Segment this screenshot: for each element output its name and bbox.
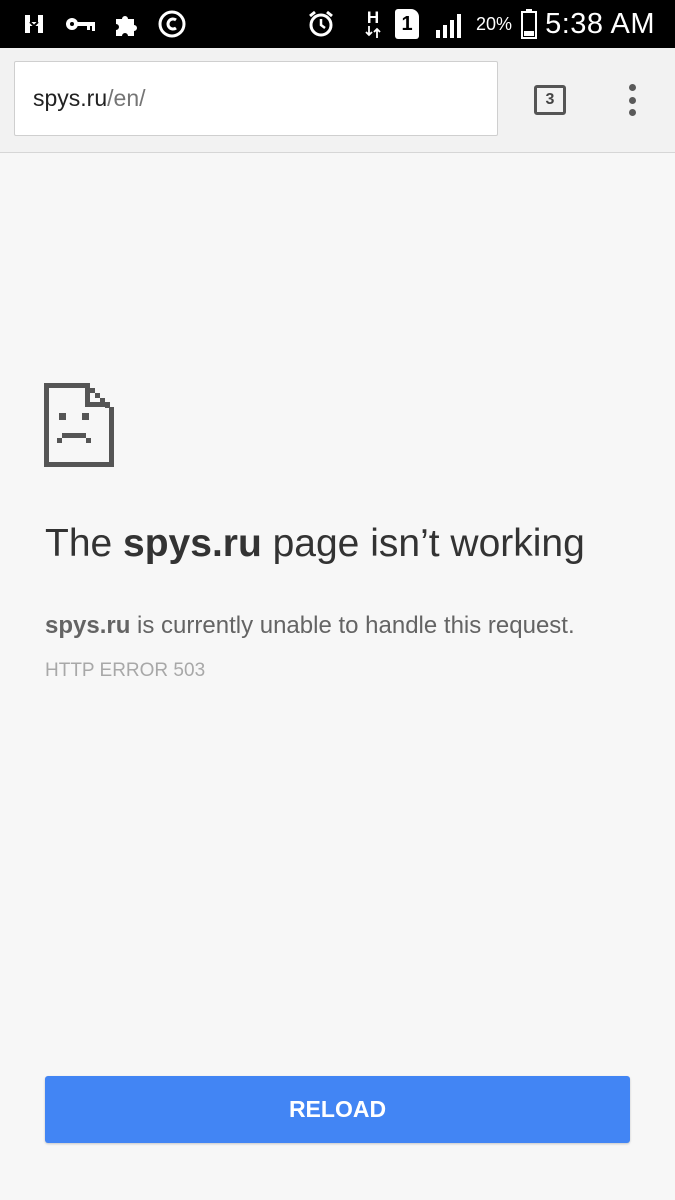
sim-slot-label: 1 (401, 12, 413, 35)
status-bar: H 1 20% 5:38 AM (0, 0, 675, 48)
menu-dot (628, 96, 636, 104)
sad-page-icon (44, 383, 114, 472)
error-desc-text: is currently unable to handle this reque… (130, 612, 575, 639)
puzzle-icon (112, 0, 142, 48)
signal-icon (434, 0, 466, 48)
menu-dot (628, 84, 636, 91)
status-time: 5:38 AM (545, 7, 655, 40)
network-type-label: H (366, 8, 380, 27)
url-host: spys.ru (33, 85, 108, 111)
error-title: The spys.ru page isn’t working (45, 522, 655, 566)
error-desc-host: spys.ru (45, 612, 131, 639)
error-description: spys.ru is currently unable to handle th… (45, 612, 575, 640)
tab-count: 3 (545, 91, 555, 108)
copyright-app-icon (157, 0, 187, 48)
url-path: /en/ (107, 85, 146, 111)
data-transfer-icon: H (362, 0, 384, 48)
notification-h-icon (20, 0, 48, 48)
battery-percent: 20% (476, 13, 513, 34)
alarm-icon (305, 0, 337, 48)
key-icon (64, 0, 98, 48)
overflow-menu-button[interactable] (618, 80, 646, 120)
tab-switcher-button[interactable]: 3 (534, 85, 566, 115)
browser-toolbar: spys.ru/en/ 3 (0, 48, 675, 153)
error-code: HTTP ERROR 503 (45, 660, 206, 681)
sim-icon: 1 (394, 0, 420, 48)
menu-dot (628, 109, 636, 116)
url-bar[interactable]: spys.ru/en/ (14, 61, 498, 136)
error-title-host: spys.ru (123, 522, 262, 565)
error-title-suffix: page isn’t working (261, 522, 585, 565)
battery-icon (520, 0, 538, 48)
reload-button[interactable]: RELOAD (45, 1076, 630, 1143)
error-title-prefix: The (45, 522, 124, 565)
